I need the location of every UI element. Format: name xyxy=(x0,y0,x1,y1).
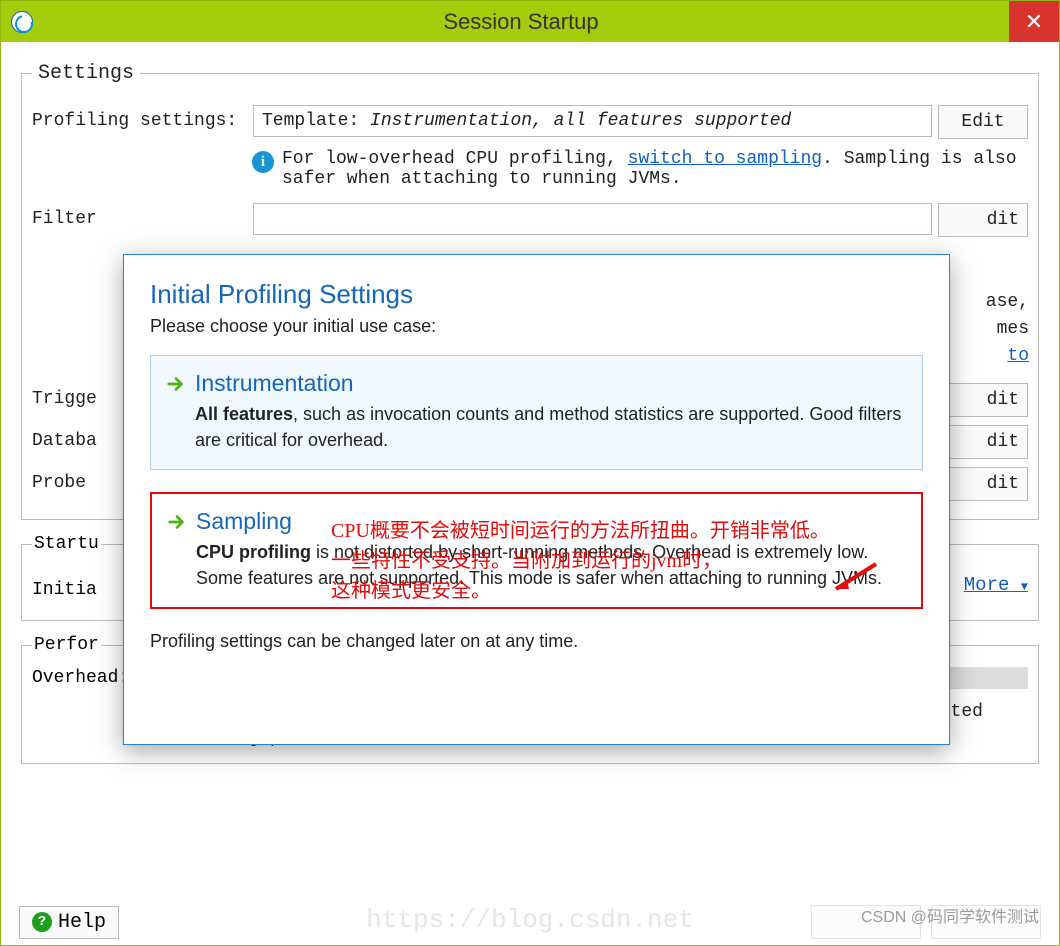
app-icon xyxy=(11,11,33,33)
startup-legend: Startu xyxy=(32,534,101,554)
titlebar: Session Startup ✕ xyxy=(1,1,1059,42)
database-edit-button[interactable]: dit xyxy=(938,425,1028,459)
filter-label: Filter xyxy=(32,203,247,229)
help-button[interactable]: ? Help xyxy=(19,906,119,939)
instrumentation-body: All features, such as invocation counts … xyxy=(195,401,906,453)
instrumentation-option[interactable]: Instrumentation All features, such as in… xyxy=(150,355,923,470)
window-title: Session Startup xyxy=(33,9,1009,35)
instrumentation-title: Instrumentation xyxy=(195,370,354,397)
settings-legend: Settings xyxy=(32,62,140,85)
help-icon: ? xyxy=(32,912,52,932)
trigger-edit-button[interactable]: dit xyxy=(938,383,1028,417)
session-startup-window: Session Startup ✕ Settings Profiling set… xyxy=(0,0,1060,946)
profiling-settings-label: Profiling settings: xyxy=(32,105,247,131)
chevron-down-icon: ▼ xyxy=(1021,580,1028,594)
csdn-watermark: CSDN @码同学软件测试 xyxy=(861,903,1039,927)
sampling-title: Sampling xyxy=(196,508,292,535)
sampling-body: CPU profiling is not distorted by short-… xyxy=(196,539,905,591)
more-link[interactable]: More ▼ xyxy=(964,574,1028,596)
initial-label: Initia xyxy=(32,574,122,600)
arrow-right-icon xyxy=(168,513,186,531)
dialog-title: Initial Profiling Settings xyxy=(150,279,923,310)
sampling-option[interactable]: Sampling CPU profiling is not distorted … xyxy=(150,492,923,609)
dialog-footer-text: Profiling settings can be changed later … xyxy=(150,631,923,652)
info-icon: i xyxy=(252,151,274,173)
filter-info-tail: ase, mes to xyxy=(986,289,1029,370)
filter-field[interactable] xyxy=(253,203,932,235)
arrow-right-icon xyxy=(167,375,185,393)
filter-edit-button[interactable]: dit xyxy=(938,203,1028,237)
initial-profiling-dialog: Initial Profiling Settings Please choose… xyxy=(123,254,950,745)
switch-to-sampling-link[interactable]: switch to sampling xyxy=(628,149,822,169)
profiling-edit-button[interactable]: Edit xyxy=(938,105,1028,139)
close-button[interactable]: ✕ xyxy=(1009,1,1059,42)
filter-row: Filter dit xyxy=(32,203,1028,237)
dialog-subtitle: Please choose your initial use case: xyxy=(150,316,923,337)
performance-legend: Perfor xyxy=(32,635,101,655)
filter-info-link-tail[interactable]: to xyxy=(1007,346,1029,366)
profiling-settings-row: Profiling settings: Template: Instrument… xyxy=(32,105,1028,139)
profiling-settings-field[interactable]: Template: Instrumentation, all features … xyxy=(253,105,932,137)
info-text: For low-overhead CPU profiling, switch t… xyxy=(282,149,1028,189)
probe-edit-button[interactable]: dit xyxy=(938,467,1028,501)
profiling-info-note: i For low-overhead CPU profiling, switch… xyxy=(252,147,1028,195)
